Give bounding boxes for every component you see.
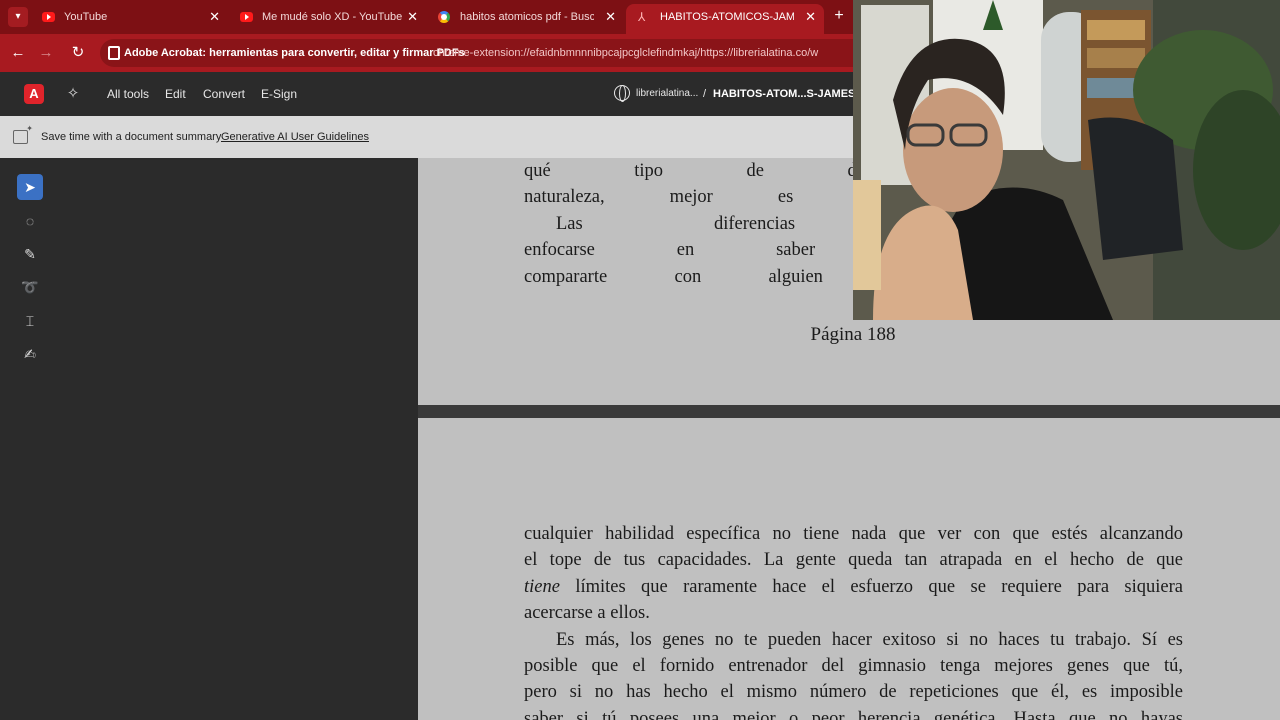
text-fragment: límites que raramente hace el esfuerzo q… <box>559 576 1183 597</box>
tab-google-search[interactable]: habitos atomicos pdf - Buscar c ✕ <box>426 4 624 30</box>
tab-search-chevron-icon[interactable]: ▾ <box>8 7 28 27</box>
text-line: pero si no has hecho el mismo número de … <box>524 682 1183 703</box>
page-number: Página 188 <box>810 324 896 345</box>
emphasis-word: tiene <box>524 576 560 597</box>
youtube-icon <box>42 12 55 22</box>
close-tab-icon[interactable]: ✕ <box>805 4 816 30</box>
tab-title: YouTube <box>64 11 108 23</box>
webcam-feed-image <box>853 0 1280 320</box>
select-cursor-icon[interactable]: ➤ <box>17 174 43 200</box>
text-line: cualquier habilidad específica no tiene … <box>524 524 1183 544</box>
banner-text: Save time with a document summary <box>41 131 222 143</box>
breadcrumb-site[interactable]: librerialatina... <box>636 72 698 116</box>
close-tab-icon[interactable]: ✕ <box>407 4 418 30</box>
document-title[interactable]: HABITOS-ATOM...S-JAMES-C <box>713 72 867 116</box>
text-line-with-emphasis: tiene límites que raramente hace el esfu… <box>524 574 1183 600</box>
acrobat-logo-icon[interactable]: A <box>24 84 44 104</box>
menu-all-tools[interactable]: All tools <box>107 72 149 116</box>
pdf-page-189: cualquier habilidad específica no tiene … <box>418 418 1280 720</box>
breadcrumb-separator: / <box>703 88 707 100</box>
ai-guidelines-link[interactable]: Generative AI User Guidelines <box>221 116 369 158</box>
page-text-block: cualquier habilidad específica no tiene … <box>524 521 1183 720</box>
back-arrow-icon[interactable]: ← <box>8 43 28 63</box>
extension-page-icon <box>108 46 120 60</box>
google-icon <box>438 11 450 23</box>
tab-me-mude-solo[interactable]: Me mudé solo XD - YouTube ✕ <box>228 4 426 30</box>
screen-root: { "browser": { "tabs": [ {"title": "YouT… <box>0 0 1280 720</box>
close-tab-icon[interactable]: ✕ <box>605 4 616 30</box>
acrobat-pdf-icon: ⅄ <box>638 10 646 24</box>
menu-edit[interactable]: Edit <box>165 72 186 116</box>
tab-youtube[interactable]: YouTube ✕ <box>30 4 228 30</box>
site-name: Adobe Acrobat: herramientas para convert… <box>124 47 465 59</box>
tab-title: habitos atomicos pdf - Buscar c <box>460 11 594 23</box>
tools-panel: ➤ ◌ ✎ ➰ ⌶ ✍ <box>0 158 418 720</box>
add-comment-icon[interactable]: ◌ <box>17 208 43 234</box>
highlight-pen-icon[interactable]: ✎ <box>17 241 43 267</box>
url-text[interactable]: chrome-extension://efaidnbmnnnibpcajpcgl… <box>433 39 818 67</box>
new-tab-button[interactable]: + <box>829 6 849 26</box>
text-line: posible que el fornido entrenador del gi… <box>524 655 1183 676</box>
text-line: el tope de tus capacidades. La gente que… <box>524 550 1183 571</box>
tab-habitos-pdf[interactable]: ⅄ HABITOS-ATOMICOS-JAMES-Cl ✕ <box>626 4 824 34</box>
globe-icon <box>614 85 630 102</box>
youtube-icon <box>240 12 253 22</box>
text-line: Es más, los genes no te pueden hacer exi… <box>556 629 1183 650</box>
webcam-overlay <box>853 0 1280 320</box>
close-tab-icon[interactable]: ✕ <box>209 4 220 30</box>
draw-freehand-icon[interactable]: ➰ <box>17 274 43 300</box>
tab-title: HABITOS-ATOMICOS-JAMES-Cl <box>660 11 794 23</box>
menu-convert[interactable]: Convert <box>203 72 245 116</box>
reload-icon[interactable]: ↻ <box>68 43 88 63</box>
ai-assistant-icon[interactable]: ✧ <box>63 84 83 104</box>
tab-title: Me mudé solo XD - YouTube <box>262 11 403 23</box>
summary-sparkle-icon <box>13 124 33 144</box>
menu-esign[interactable]: E-Sign <box>261 72 297 116</box>
select-text-icon[interactable]: ⌶ <box>17 308 43 334</box>
text-line: saber si tú posees una mejor o peor here… <box>524 708 1183 720</box>
forward-arrow-icon[interactable]: → <box>36 43 56 63</box>
text-line: acercarse a ellos. <box>524 603 650 624</box>
fill-sign-icon[interactable]: ✍ <box>17 341 43 367</box>
